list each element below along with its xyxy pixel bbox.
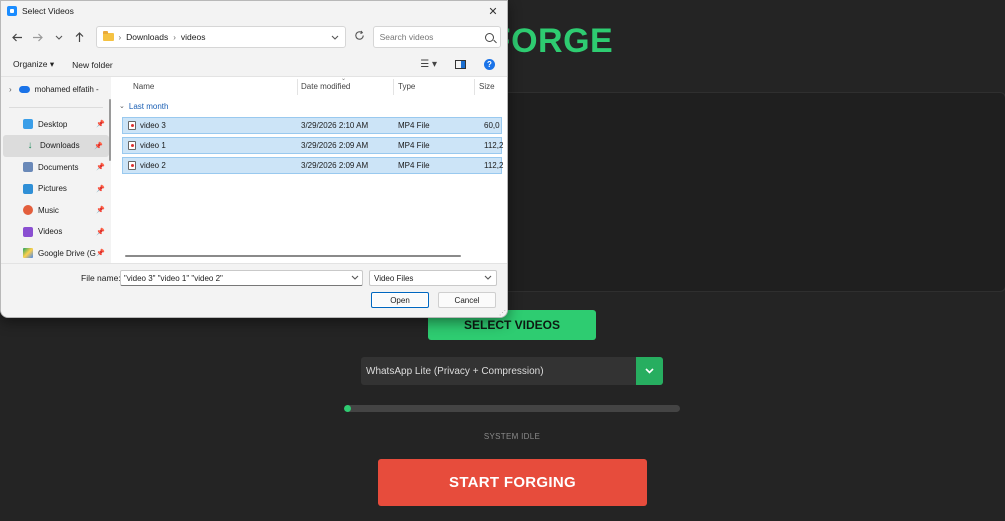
dialog-titlebar: Select Videos ✕ (1, 1, 507, 21)
new-folder-button[interactable]: New folder (72, 60, 113, 70)
video-file-icon (128, 141, 136, 150)
horizontal-scrollbar[interactable] (125, 255, 461, 257)
file-row[interactable]: video 1 3/29/2026 2:09 AM MP4 File 112,2 (122, 137, 504, 154)
address-bar[interactable]: › Downloads › videos (95, 26, 346, 48)
up-arrow-icon[interactable] (69, 26, 90, 48)
column-size[interactable]: Size (479, 82, 495, 91)
search-placeholder: Search videos (379, 32, 434, 42)
folder-icon (102, 31, 114, 41)
nav-item-onedrive[interactable]: › mohamed elfatih - (1, 79, 111, 101)
file-row[interactable]: video 3 3/29/2026 2:10 AM MP4 File 60,0 (122, 117, 502, 134)
file-size: 60,0 (484, 121, 500, 130)
open-button[interactable]: Open (371, 292, 429, 308)
nav-item-videos[interactable]: Videos 📌 (1, 221, 111, 243)
divider (9, 106, 103, 108)
search-input[interactable]: Search videos (372, 26, 501, 48)
app-icon (7, 6, 17, 16)
file-type-filter[interactable]: Video Files (369, 270, 497, 286)
file-date: 3/29/2026 2:09 AM (301, 161, 369, 170)
pin-icon[interactable]: 📌 (96, 206, 105, 214)
pin-icon[interactable]: 📌 (96, 185, 105, 193)
documents-icon (23, 162, 33, 173)
help-icon[interactable]: ? (484, 59, 495, 70)
video-file-icon (128, 121, 136, 130)
file-size: 112,2 (484, 141, 504, 150)
video-file-icon (128, 161, 136, 170)
desktop-icon (23, 119, 33, 130)
start-forging-button[interactable]: START FORGING (378, 459, 647, 506)
chevron-right-icon: › (118, 32, 122, 42)
file-list: Name ⌄ Date modified Type Size ⌄ Last mo… (111, 77, 507, 263)
breadcrumb-videos[interactable]: videos (181, 32, 206, 42)
column-type[interactable]: Type (398, 82, 415, 91)
pin-icon[interactable]: 📌 (96, 120, 105, 128)
file-name-label: File name: (81, 273, 121, 283)
chevron-down-icon[interactable] (351, 275, 359, 282)
file-name: video 1 (140, 141, 166, 150)
navigation-bar: › Downloads › videos Search videos (1, 21, 507, 53)
breadcrumb-downloads[interactable]: Downloads (126, 32, 168, 42)
file-date: 3/29/2026 2:09 AM (301, 141, 369, 150)
search-icon[interactable] (484, 32, 494, 42)
preset-select[interactable]: WhatsApp Lite (Privacy + Compression) (361, 357, 663, 385)
pin-icon[interactable]: 📌 (96, 163, 105, 171)
preview-pane-icon[interactable] (455, 60, 466, 69)
dialog-title: Select Videos (22, 6, 74, 16)
chevron-right-icon: › (173, 32, 176, 42)
status-text: SYSTEM IDLE (483, 432, 541, 441)
column-name[interactable]: Name (133, 82, 154, 91)
progress-fill (344, 405, 351, 412)
music-icon (23, 205, 33, 216)
chevron-right-icon[interactable]: › (9, 85, 12, 94)
nav-item-documents[interactable]: Documents 📌 (1, 157, 111, 179)
file-type: MP4 File (398, 121, 430, 130)
file-size: 112,2 (484, 161, 504, 170)
file-date: 3/29/2026 2:10 AM (301, 121, 369, 130)
close-icon[interactable]: ✕ (479, 5, 507, 18)
google-drive-icon (23, 248, 33, 259)
file-name: video 3 (140, 121, 166, 130)
cancel-button[interactable]: Cancel (438, 292, 496, 308)
file-name-input[interactable]: "video 3" "video 1" "video 2" (120, 270, 363, 286)
chevron-down-icon: ⌄ (119, 103, 125, 110)
refresh-icon[interactable] (350, 30, 369, 44)
view-options-icon[interactable]: ☰ ▾ (420, 59, 437, 70)
cloud-icon (18, 86, 30, 94)
file-name-value: "video 3" "video 1" "video 2" (124, 273, 223, 283)
file-dialog: Select Videos ✕ › Downloads › videos Sea… (0, 0, 508, 318)
group-label: Last month (128, 101, 169, 111)
file-type: MP4 File (398, 141, 430, 150)
nav-item-desktop[interactable]: Desktop 📌 (1, 114, 111, 136)
chevron-down-icon[interactable] (636, 357, 663, 385)
file-row[interactable]: video 2 3/29/2026 2:09 AM MP4 File 112,2 (122, 157, 504, 174)
chevron-down-icon[interactable] (484, 275, 492, 282)
organize-button[interactable]: Organize ▾ (13, 59, 54, 70)
pin-icon[interactable]: 📌 (96, 249, 105, 257)
back-arrow-icon[interactable] (7, 26, 28, 48)
chevron-down-icon[interactable] (331, 33, 339, 42)
dialog-footer: File name: "video 3" "video 1" "video 2"… (1, 263, 507, 317)
nav-item-downloads[interactable]: ↓ Downloads 📌 (3, 135, 109, 157)
videos-icon (23, 226, 33, 237)
column-header-row: Name ⌄ Date modified Type Size (111, 77, 507, 97)
column-date-modified[interactable]: Date modified (301, 82, 350, 91)
command-bar: Organize ▾ New folder ☰ ▾ ? (1, 53, 507, 77)
pin-icon[interactable]: 📌 (94, 142, 103, 150)
pictures-icon (23, 183, 33, 194)
file-type: MP4 File (398, 161, 430, 170)
group-header[interactable]: ⌄ Last month (111, 97, 507, 115)
nav-item-pictures[interactable]: Pictures 📌 (1, 178, 111, 200)
navigation-pane: › mohamed elfatih - Desktop 📌 ↓ Download… (1, 77, 111, 263)
downloads-icon: ↓ (27, 139, 33, 151)
nav-item-music[interactable]: Music 📌 (1, 200, 111, 222)
preset-label: WhatsApp Lite (Privacy + Compression) (366, 365, 544, 377)
resize-grip-icon[interactable]: ⋰ (499, 309, 506, 317)
pin-icon[interactable]: 📌 (96, 228, 105, 236)
progress-bar (344, 405, 680, 412)
forward-arrow-icon[interactable] (28, 26, 49, 48)
nav-item-google-drive[interactable]: Google Drive (G 📌 (1, 243, 111, 264)
file-name: video 2 (140, 161, 166, 170)
recent-dropdown-icon[interactable] (48, 26, 69, 48)
filter-value: Video Files (374, 273, 414, 283)
